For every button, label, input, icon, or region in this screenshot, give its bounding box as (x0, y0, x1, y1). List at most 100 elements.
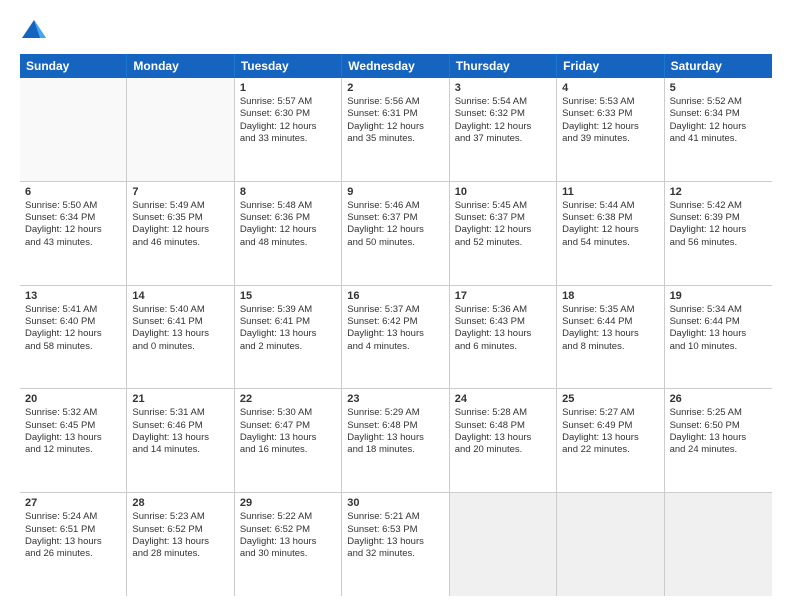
cell-info-line: Sunrise: 5:30 AM (240, 407, 336, 419)
cal-cell (127, 78, 234, 181)
cell-info-line: Daylight: 12 hours (347, 121, 443, 133)
cal-cell: 25Sunrise: 5:27 AMSunset: 6:49 PMDayligh… (557, 389, 664, 492)
cell-info-line: Daylight: 13 hours (25, 432, 121, 444)
cell-info-line: and 30 minutes. (240, 548, 336, 560)
day-number: 26 (670, 393, 767, 405)
cell-info-line: Sunset: 6:37 PM (347, 212, 443, 224)
cell-info-line: and 0 minutes. (132, 341, 228, 353)
cell-info-line: and 28 minutes. (132, 548, 228, 560)
day-number: 3 (455, 82, 551, 94)
cell-info-line: Daylight: 12 hours (240, 224, 336, 236)
cell-info-line: Sunset: 6:50 PM (670, 420, 767, 432)
cell-info-line: and 48 minutes. (240, 237, 336, 249)
cell-info-line: Sunrise: 5:34 AM (670, 304, 767, 316)
cell-info-line: Sunset: 6:38 PM (562, 212, 658, 224)
cell-info-line: Daylight: 13 hours (132, 536, 228, 548)
cell-info-line: Sunrise: 5:56 AM (347, 96, 443, 108)
cell-info-line: and 46 minutes. (132, 237, 228, 249)
cal-cell: 23Sunrise: 5:29 AMSunset: 6:48 PMDayligh… (342, 389, 449, 492)
cell-info-line: Sunset: 6:48 PM (455, 420, 551, 432)
cell-info-line: Sunset: 6:32 PM (455, 108, 551, 120)
calendar-header-row: SundayMondayTuesdayWednesdayThursdayFrid… (20, 54, 772, 78)
cell-info-line: Daylight: 13 hours (347, 432, 443, 444)
day-number: 30 (347, 497, 443, 509)
cell-info-line: Sunrise: 5:45 AM (455, 200, 551, 212)
cell-info-line: Sunset: 6:52 PM (240, 524, 336, 536)
header-cell-monday: Monday (127, 54, 234, 78)
cell-info-line: and 58 minutes. (25, 341, 121, 353)
day-number: 9 (347, 186, 443, 198)
cell-info-line: Sunset: 6:41 PM (240, 316, 336, 328)
cal-cell (450, 493, 557, 596)
cell-info-line: Sunrise: 5:35 AM (562, 304, 658, 316)
cell-info-line: Sunrise: 5:28 AM (455, 407, 551, 419)
cell-info-line: Sunrise: 5:50 AM (25, 200, 121, 212)
cal-cell: 20Sunrise: 5:32 AMSunset: 6:45 PMDayligh… (20, 389, 127, 492)
cell-info-line: Sunrise: 5:46 AM (347, 200, 443, 212)
cell-info-line: and 10 minutes. (670, 341, 767, 353)
day-number: 12 (670, 186, 767, 198)
cal-cell: 5Sunrise: 5:52 AMSunset: 6:34 PMDaylight… (665, 78, 772, 181)
day-number: 5 (670, 82, 767, 94)
cell-info-line: and 54 minutes. (562, 237, 658, 249)
header-cell-friday: Friday (557, 54, 664, 78)
cell-info-line: Sunrise: 5:37 AM (347, 304, 443, 316)
cell-info-line: Sunset: 6:35 PM (132, 212, 228, 224)
cal-cell: 1Sunrise: 5:57 AMSunset: 6:30 PMDaylight… (235, 78, 342, 181)
cell-info-line: Sunrise: 5:27 AM (562, 407, 658, 419)
day-number: 10 (455, 186, 551, 198)
cal-cell (557, 493, 664, 596)
cell-info-line: and 6 minutes. (455, 341, 551, 353)
cell-info-line: Daylight: 12 hours (455, 224, 551, 236)
cell-info-line: and 39 minutes. (562, 133, 658, 145)
cell-info-line: Daylight: 13 hours (455, 432, 551, 444)
cell-info-line: Sunset: 6:49 PM (562, 420, 658, 432)
cell-info-line: Sunset: 6:31 PM (347, 108, 443, 120)
header-cell-wednesday: Wednesday (342, 54, 449, 78)
day-number: 28 (132, 497, 228, 509)
week-row-5: 27Sunrise: 5:24 AMSunset: 6:51 PMDayligh… (20, 493, 772, 596)
cell-info-line: Sunset: 6:34 PM (670, 108, 767, 120)
calendar: SundayMondayTuesdayWednesdayThursdayFrid… (20, 54, 772, 596)
day-number: 4 (562, 82, 658, 94)
cal-cell: 21Sunrise: 5:31 AMSunset: 6:46 PMDayligh… (127, 389, 234, 492)
cell-info-line: Daylight: 13 hours (670, 328, 767, 340)
day-number: 11 (562, 186, 658, 198)
cal-cell: 8Sunrise: 5:48 AMSunset: 6:36 PMDaylight… (235, 182, 342, 285)
cell-info-line: Sunset: 6:51 PM (25, 524, 121, 536)
cal-cell: 19Sunrise: 5:34 AMSunset: 6:44 PMDayligh… (665, 286, 772, 389)
cell-info-line: Daylight: 13 hours (240, 432, 336, 444)
cell-info-line: Daylight: 13 hours (240, 328, 336, 340)
logo-icon (20, 16, 48, 44)
cell-info-line: Daylight: 13 hours (347, 328, 443, 340)
logo (20, 16, 52, 44)
cell-info-line: Daylight: 12 hours (455, 121, 551, 133)
day-number: 15 (240, 290, 336, 302)
cell-info-line: and 20 minutes. (455, 444, 551, 456)
cell-info-line: and 18 minutes. (347, 444, 443, 456)
day-number: 22 (240, 393, 336, 405)
day-number: 7 (132, 186, 228, 198)
day-number: 21 (132, 393, 228, 405)
cell-info-line: and 24 minutes. (670, 444, 767, 456)
cell-info-line: Sunrise: 5:22 AM (240, 511, 336, 523)
cal-cell: 13Sunrise: 5:41 AMSunset: 6:40 PMDayligh… (20, 286, 127, 389)
cell-info-line: Sunrise: 5:40 AM (132, 304, 228, 316)
cell-info-line: and 26 minutes. (25, 548, 121, 560)
cal-cell (20, 78, 127, 181)
cell-info-line: and 8 minutes. (562, 341, 658, 353)
cal-cell: 27Sunrise: 5:24 AMSunset: 6:51 PMDayligh… (20, 493, 127, 596)
cal-cell: 29Sunrise: 5:22 AMSunset: 6:52 PMDayligh… (235, 493, 342, 596)
cal-cell (665, 493, 772, 596)
cell-info-line: Sunset: 6:33 PM (562, 108, 658, 120)
cell-info-line: Daylight: 12 hours (670, 121, 767, 133)
cell-info-line: Sunset: 6:48 PM (347, 420, 443, 432)
cell-info-line: and 52 minutes. (455, 237, 551, 249)
cell-info-line: Daylight: 13 hours (562, 328, 658, 340)
cell-info-line: Sunrise: 5:42 AM (670, 200, 767, 212)
cell-info-line: Daylight: 12 hours (347, 224, 443, 236)
cell-info-line: Daylight: 12 hours (25, 328, 121, 340)
cal-cell: 4Sunrise: 5:53 AMSunset: 6:33 PMDaylight… (557, 78, 664, 181)
cell-info-line: Daylight: 13 hours (132, 328, 228, 340)
cell-info-line: Sunrise: 5:24 AM (25, 511, 121, 523)
